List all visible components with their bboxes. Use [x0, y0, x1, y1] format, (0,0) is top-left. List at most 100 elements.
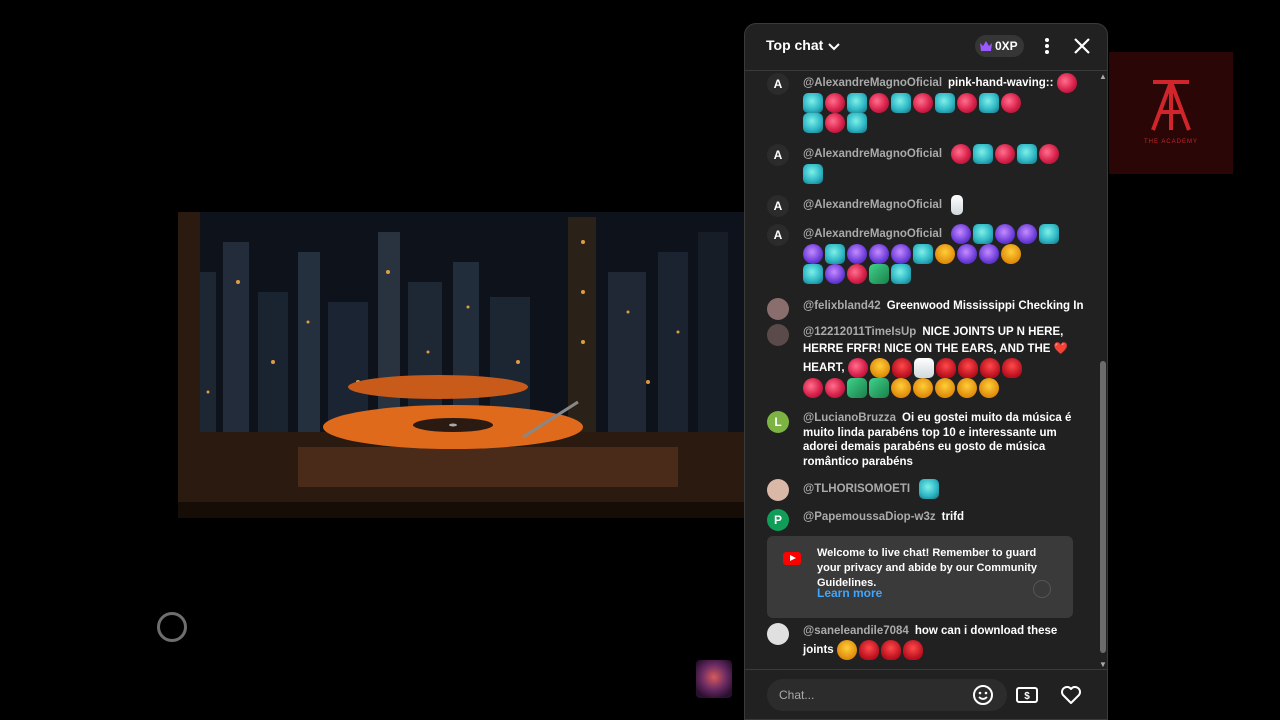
- academy-emblem-icon: [1151, 80, 1191, 131]
- message-author[interactable]: @felixbland42: [803, 300, 881, 312]
- chat-message: A @AlexandreMagnoOficial: [767, 224, 1087, 284]
- message-author[interactable]: @AlexandreMagnoOficial: [803, 199, 942, 211]
- emoji: [825, 113, 845, 133]
- emoji: [891, 358, 912, 378]
- message-author[interactable]: @AlexandreMagnoOficial: [803, 228, 942, 240]
- message-author[interactable]: @PapemoussaDiop-w3z: [803, 511, 936, 523]
- emoji: [869, 93, 889, 113]
- emoji: [1001, 244, 1021, 264]
- emoji: [847, 264, 867, 284]
- crown-icon: [980, 41, 992, 51]
- emoji: [891, 244, 911, 264]
- chat-message: P @PapemoussaDiop-w3z trifd: [767, 509, 1087, 531]
- loading-spinner-small: [1033, 580, 1051, 598]
- scroll-up-arrow-icon[interactable]: ▲: [1099, 72, 1107, 81]
- avatar[interactable]: A: [767, 195, 789, 217]
- avatar[interactable]: A: [767, 73, 789, 95]
- welcome-banner: Welcome to live chat! Remember to guard …: [767, 536, 1073, 618]
- emoji: [979, 358, 1000, 378]
- emoji: [957, 358, 978, 378]
- scroll-down-arrow-icon[interactable]: ▼: [1099, 660, 1107, 669]
- emoji: [869, 378, 889, 398]
- avatar[interactable]: A: [767, 144, 789, 166]
- message-author[interactable]: @LucianoBruzza: [803, 412, 896, 424]
- emoji: [913, 378, 933, 398]
- emoji: [803, 164, 823, 184]
- emoji: [1001, 358, 1022, 378]
- avatar[interactable]: [767, 479, 789, 501]
- emoji: [935, 93, 955, 113]
- emoji: [825, 93, 845, 113]
- emoji: [891, 378, 911, 398]
- emoji: [935, 358, 956, 378]
- xp-badge[interactable]: 0XP: [975, 35, 1024, 57]
- avatar[interactable]: [767, 298, 789, 320]
- emoji: [803, 378, 823, 398]
- message-author[interactable]: @AlexandreMagnoOficial: [803, 77, 942, 89]
- emoji: [979, 93, 999, 113]
- emoji: [825, 378, 845, 398]
- emoji: [847, 244, 867, 264]
- emoji: [1039, 144, 1060, 164]
- emoji: [880, 640, 901, 660]
- chevron-down-icon[interactable]: [827, 40, 841, 54]
- chat-mode-title[interactable]: Top chat: [766, 37, 823, 53]
- heart-icon[interactable]: [1059, 683, 1083, 707]
- avatar[interactable]: [767, 324, 789, 346]
- avatar[interactable]: L: [767, 411, 789, 433]
- super-chat-icon[interactable]: $: [1015, 683, 1039, 707]
- welcome-text: Welcome to live chat! Remember to guard …: [817, 547, 1038, 589]
- emoji: [803, 264, 823, 284]
- emoji: [1056, 73, 1077, 93]
- emoji: [847, 358, 868, 378]
- emoji: [979, 378, 999, 398]
- chat-message: A @AlexandreMagnoOficial: [767, 144, 1087, 184]
- emoji: [973, 224, 994, 244]
- emoji: [913, 244, 933, 264]
- chat-message: L @LucianoBruzza Oi eu gostei muito da mú…: [767, 411, 1087, 469]
- message-author[interactable]: @saneleandile7084: [803, 625, 909, 637]
- chat-message: @saneleandile7084 how can i download thes…: [767, 623, 1087, 660]
- chat-input-bar: $: [745, 669, 1107, 719]
- message-author[interactable]: @TLHORISOMOETI: [803, 483, 910, 495]
- chat-scrollbar[interactable]: ▲ ▼: [1097, 71, 1107, 669]
- chat-message-list[interactable]: A @AlexandreMagnoOficial pink-hand-waving…: [745, 71, 1097, 669]
- emoji: [957, 378, 977, 398]
- emoji: [913, 93, 933, 113]
- emoji-icon[interactable]: [971, 683, 995, 707]
- emoji: [1039, 224, 1060, 244]
- emoji: [979, 244, 999, 264]
- avatar[interactable]: A: [767, 224, 789, 246]
- academy-logo-text: THE ACADEMY: [1143, 139, 1198, 145]
- emoji: [825, 244, 845, 264]
- message-author[interactable]: @AlexandreMagnoOficial: [803, 148, 942, 160]
- emoji: [869, 358, 890, 378]
- message-text: Greenwood Mississippi Checking In: [886, 300, 1084, 312]
- video-frame-turntable-city: [178, 212, 745, 518]
- emoji: [803, 113, 823, 133]
- academy-logo: THE ACADEMY: [1109, 52, 1233, 174]
- learn-more-link[interactable]: Learn more: [817, 586, 882, 600]
- emoji: [825, 264, 845, 284]
- avatar[interactable]: P: [767, 509, 789, 531]
- live-chat-panel: Top chat 0XP A @AlexandreMagnoOficial pin…: [744, 23, 1108, 720]
- more-vert-icon[interactable]: [1037, 36, 1057, 56]
- emoji: [891, 93, 911, 113]
- message-text: pink-hand-waving::: [948, 77, 1054, 90]
- message-author[interactable]: @12212011TimeIsUp: [803, 326, 916, 338]
- chat-header: Top chat 0XP: [745, 24, 1107, 71]
- loading-spinner: [157, 612, 187, 642]
- emoji: [869, 264, 889, 284]
- emoji: [836, 640, 857, 660]
- emoji: [869, 244, 889, 264]
- close-icon[interactable]: [1073, 37, 1091, 55]
- avatar[interactable]: [767, 623, 789, 645]
- emoji: [919, 479, 940, 499]
- emoji: [951, 224, 972, 244]
- emoji: [1017, 144, 1038, 164]
- video-player[interactable]: [178, 212, 745, 518]
- xp-label: 0XP: [995, 39, 1018, 53]
- chat-message: @12212011TimeIsUp NICE JOINTS UP N HERE, …: [767, 324, 1087, 398]
- emoji: [1017, 224, 1038, 244]
- scrollbar-thumb[interactable]: [1100, 361, 1106, 653]
